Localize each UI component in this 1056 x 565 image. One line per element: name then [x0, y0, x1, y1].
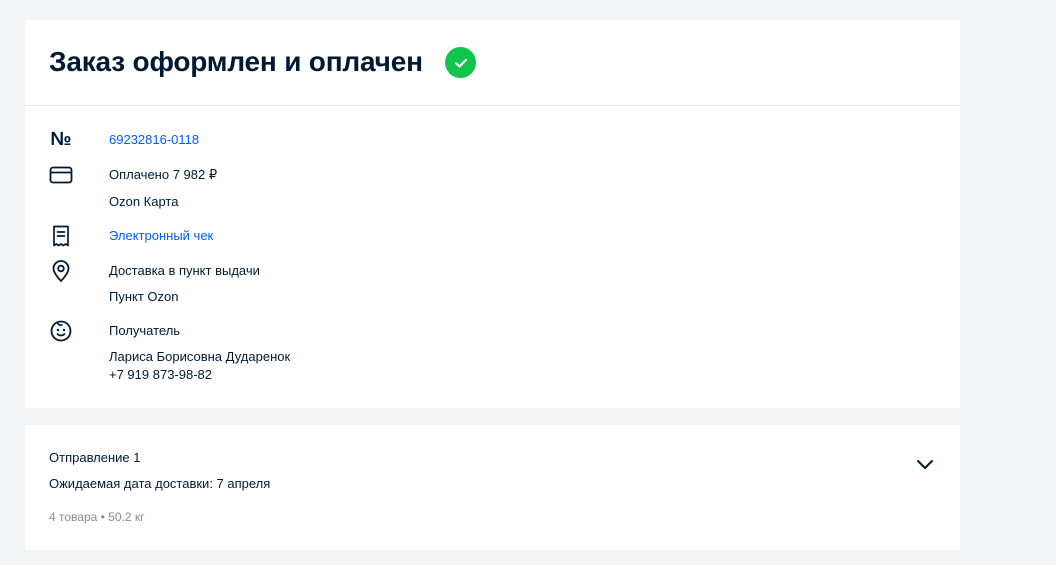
expected-delivery-date: Ожидаемая дата доставки: 7 апреля [49, 476, 271, 491]
shipment-meta: 4 товара • 50.2 кг [49, 510, 145, 524]
page-title: Заказ оформлен и оплачен [49, 46, 423, 77]
map-pin-icon [49, 259, 73, 283]
receipt-icon [49, 224, 73, 248]
order-header: Заказ оформлен и оплачен [25, 20, 960, 106]
number-sign-icon: № [49, 128, 73, 152]
electronic-receipt-link[interactable]: Электронный чек [109, 228, 213, 244]
recipient-label: Получатель [109, 323, 181, 338]
recipient-name: Лариса Борисовна Дударенок [109, 349, 291, 364]
payment-method: Ozon Карта [109, 194, 179, 209]
delivery-point: Пункт Ozon [109, 289, 179, 304]
recipient-phone: +7 919 873-98-82 [109, 367, 213, 382]
credit-card-icon [49, 163, 73, 187]
order-summary-card: Заказ оформлен и оплачен № 69232816-0118… [25, 20, 960, 408]
number-symbol: № [50, 129, 72, 150]
order-number-link[interactable]: 69232816-0118 [109, 132, 199, 148]
chevron-down-icon[interactable] [913, 452, 937, 476]
shipment-card[interactable]: Отправление 1 Ожидаемая дата доставки: 7… [25, 425, 960, 550]
payment-amount: Оплачено 7 982 ₽ [109, 167, 218, 182]
shipment-title: Отправление 1 [49, 450, 141, 465]
delivery-type: Доставка в пункт выдачи [109, 263, 260, 278]
check-circle-icon [445, 47, 476, 78]
smiley-face-icon [49, 319, 73, 343]
